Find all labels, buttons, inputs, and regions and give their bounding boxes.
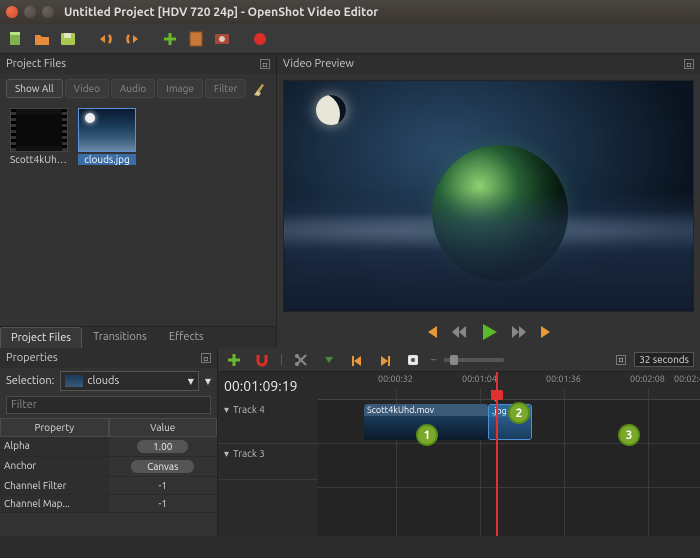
selection-value: clouds <box>87 375 119 387</box>
filter-tab-filter[interactable]: Filter <box>205 79 247 98</box>
tab-transitions[interactable]: Transitions <box>82 326 158 348</box>
record-icon[interactable] <box>250 29 270 49</box>
next-marker-icon[interactable] <box>375 350 395 370</box>
table-row: Channel Map...-1 <box>0 495 217 513</box>
open-file-icon[interactable] <box>32 29 52 49</box>
file-item-video[interactable]: Scott4kUhd... <box>10 108 68 165</box>
new-file-icon[interactable] <box>6 29 26 49</box>
track-label[interactable]: ▾ Track 3 <box>218 444 318 480</box>
timeline-tracks[interactable]: 00:00:32 00:01:04 00:01:36 00:02:08 00:0… <box>318 372 700 536</box>
skip-end-icon[interactable] <box>539 324 555 343</box>
window-minimize-button[interactable] <box>24 6 36 18</box>
panel-collapse-icon[interactable]: ▫ <box>260 59 270 69</box>
annotation-badge: 1 <box>416 424 438 446</box>
window-title: Untitled Project [HDV 720 24p] - OpenSho… <box>64 6 378 19</box>
tab-project-files[interactable]: Project Files <box>0 327 82 348</box>
zoom-slider[interactable] <box>444 358 504 362</box>
selection-dropdown[interactable]: clouds ▼ <box>60 371 199 391</box>
project-files-panel: Project Files ▫ Show All Video Audio Ima… <box>0 54 276 348</box>
chevron-down-icon[interactable]: ▼ <box>205 377 211 386</box>
plus-icon[interactable] <box>160 29 180 49</box>
track-label[interactable]: ▾ Track 4 <box>218 400 318 444</box>
timeline-panel: | – ▫ 32 seconds 00:01:09:19 ▾ Track 4 ▾… <box>218 348 700 536</box>
broom-icon[interactable] <box>250 78 270 98</box>
marker-icon[interactable] <box>186 29 206 49</box>
window-maximize-button[interactable] <box>42 6 54 18</box>
project-files-grid[interactable]: Scott4kUhd... clouds.jpg <box>0 102 276 171</box>
file-item-label: Scott4kUhd... <box>10 154 68 165</box>
tab-effects[interactable]: Effects <box>158 326 215 348</box>
project-files-filter-tabs: Show All Video Audio Image Filter <box>0 74 276 102</box>
project-files-title: Project Files <box>6 58 66 70</box>
panel-collapse-icon[interactable]: ▫ <box>201 353 211 363</box>
property-value: Canvas <box>131 460 194 473</box>
properties-filter-input[interactable]: Filter <box>6 396 211 414</box>
properties-panel: Properties ▫ Selection: clouds ▼ ▼ Filte… <box>0 348 218 536</box>
razor-icon[interactable] <box>291 350 311 370</box>
video-preview-panel: Video Preview ▫ <box>276 54 700 348</box>
col-property[interactable]: Property <box>0 418 109 437</box>
magnet-icon[interactable] <box>252 350 272 370</box>
file-item-image[interactable]: clouds.jpg <box>78 108 136 165</box>
main-toolbar <box>0 24 700 54</box>
track-labels: 00:01:09:19 ▾ Track 4 ▾ Track 3 <box>218 372 318 536</box>
properties-table: Property Value Alpha1.00 AnchorCanvas Ch… <box>0 418 217 513</box>
filter-tab-image[interactable]: Image <box>157 79 203 98</box>
timeline-timecode: 00:01:09:19 <box>224 378 298 394</box>
clip-label: Scott4kUhd.mov <box>364 404 488 416</box>
marker-dropdown-icon[interactable] <box>319 350 339 370</box>
col-value[interactable]: Value <box>109 418 218 437</box>
track-lane[interactable] <box>318 452 700 488</box>
chevron-down-icon: ▼ <box>188 377 194 386</box>
save-icon[interactable] <box>58 29 78 49</box>
timeline-ruler[interactable]: 00:00:32 00:01:04 00:01:36 00:02:08 00:0… <box>318 372 700 400</box>
video-preview-canvas[interactable] <box>283 80 694 312</box>
selection-label: Selection: <box>6 375 54 387</box>
table-row: Alpha1.00 <box>0 437 217 457</box>
export-icon[interactable] <box>212 29 232 49</box>
properties-title: Properties <box>6 352 58 364</box>
playback-controls <box>277 318 700 348</box>
filter-tab-audio[interactable]: Audio <box>111 79 155 98</box>
panel-collapse-icon[interactable]: ▫ <box>684 59 694 69</box>
property-value[interactable]: -1 <box>109 477 218 495</box>
add-track-icon[interactable] <box>224 350 244 370</box>
rewind-icon[interactable] <box>451 324 467 343</box>
table-row: Channel Filter-1 <box>0 477 217 495</box>
prev-marker-icon[interactable] <box>347 350 367 370</box>
play-icon[interactable] <box>479 322 499 345</box>
window-close-button[interactable] <box>6 6 18 18</box>
preview-content-moon <box>316 95 346 125</box>
property-value: 1.00 <box>137 440 188 453</box>
center-playhead-icon[interactable] <box>403 350 423 370</box>
skip-start-icon[interactable] <box>423 324 439 343</box>
undo-icon[interactable] <box>96 29 116 49</box>
table-row: AnchorCanvas <box>0 457 217 477</box>
annotation-badge: 2 <box>508 402 530 424</box>
video-preview-title: Video Preview <box>283 58 354 70</box>
fast-forward-icon[interactable] <box>511 324 527 343</box>
filter-tab-show-all[interactable]: Show All <box>6 79 63 98</box>
redo-icon[interactable] <box>122 29 142 49</box>
timeline-toolbar: | – ▫ 32 seconds <box>218 348 700 372</box>
left-bottom-tabs: Project Files Transitions Effects <box>0 326 276 348</box>
file-item-label: clouds.jpg <box>78 154 136 165</box>
property-value[interactable]: -1 <box>109 495 218 513</box>
panel-collapse-icon[interactable]: ▫ <box>616 355 626 365</box>
timeline-duration: 32 seconds <box>634 352 694 367</box>
window-titlebar: Untitled Project [HDV 720 24p] - OpenSho… <box>0 0 700 24</box>
filter-tab-video[interactable]: Video <box>65 79 109 98</box>
timeline-playhead[interactable] <box>496 372 498 536</box>
annotation-badge: 3 <box>618 424 640 446</box>
selection-thumb-icon <box>65 375 83 387</box>
